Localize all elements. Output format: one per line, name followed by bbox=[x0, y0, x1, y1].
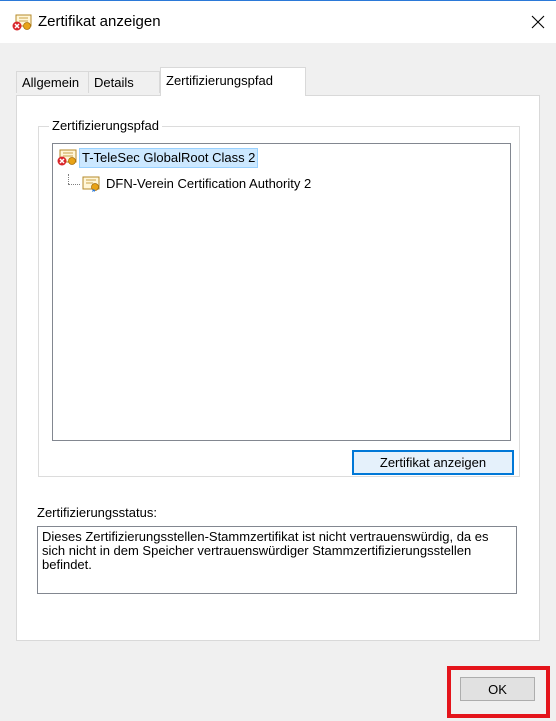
certificate-error-icon bbox=[12, 14, 32, 31]
tree-item-label: DFN-Verein Certification Authority 2 bbox=[106, 176, 312, 191]
certification-status-label: Zertifizierungsstatus: bbox=[37, 505, 157, 520]
tree-item-label: T-TeleSec GlobalRoot Class 2 bbox=[78, 148, 259, 168]
certificate-error-icon bbox=[57, 149, 77, 166]
tree-connector bbox=[68, 174, 69, 184]
certificate-icon bbox=[82, 176, 100, 192]
certification-status-text[interactable]: Dieses Zertifizierungsstellen-Stammzerti… bbox=[37, 526, 517, 594]
tree-item-intermediate-cert[interactable]: DFN-Verein Certification Authority 2 bbox=[81, 175, 313, 193]
tree-connector bbox=[68, 184, 80, 185]
view-certificate-button[interactable]: Zertifikat anzeigen bbox=[352, 450, 514, 475]
tab-details[interactable]: Details bbox=[88, 71, 160, 93]
tree-item-root-cert[interactable]: T-TeleSec GlobalRoot Class 2 bbox=[57, 148, 259, 168]
close-button[interactable] bbox=[520, 2, 556, 42]
group-legend: Zertifizierungspfad bbox=[49, 118, 162, 133]
certification-path-tree[interactable]: T-TeleSec GlobalRoot Class 2 DFN-Verein … bbox=[52, 143, 511, 441]
certification-path-group: Zertifizierungspfad T-TeleSec GlobalRoot… bbox=[38, 118, 520, 477]
window-title: Zertifikat anzeigen bbox=[38, 13, 161, 30]
ok-button[interactable]: OK bbox=[460, 677, 535, 701]
tab-panel: Zertifizierungspfad T-TeleSec GlobalRoot… bbox=[16, 95, 540, 641]
dialog-client-area: Allgemein Details Zertifizierungspfad Ze… bbox=[0, 43, 556, 721]
tab-allgemein[interactable]: Allgemein bbox=[16, 71, 89, 93]
tab-zertifizierungspfad[interactable]: Zertifizierungspfad bbox=[160, 67, 306, 96]
close-icon bbox=[531, 15, 545, 29]
title-bar[interactable]: Zertifikat anzeigen bbox=[0, 1, 556, 43]
